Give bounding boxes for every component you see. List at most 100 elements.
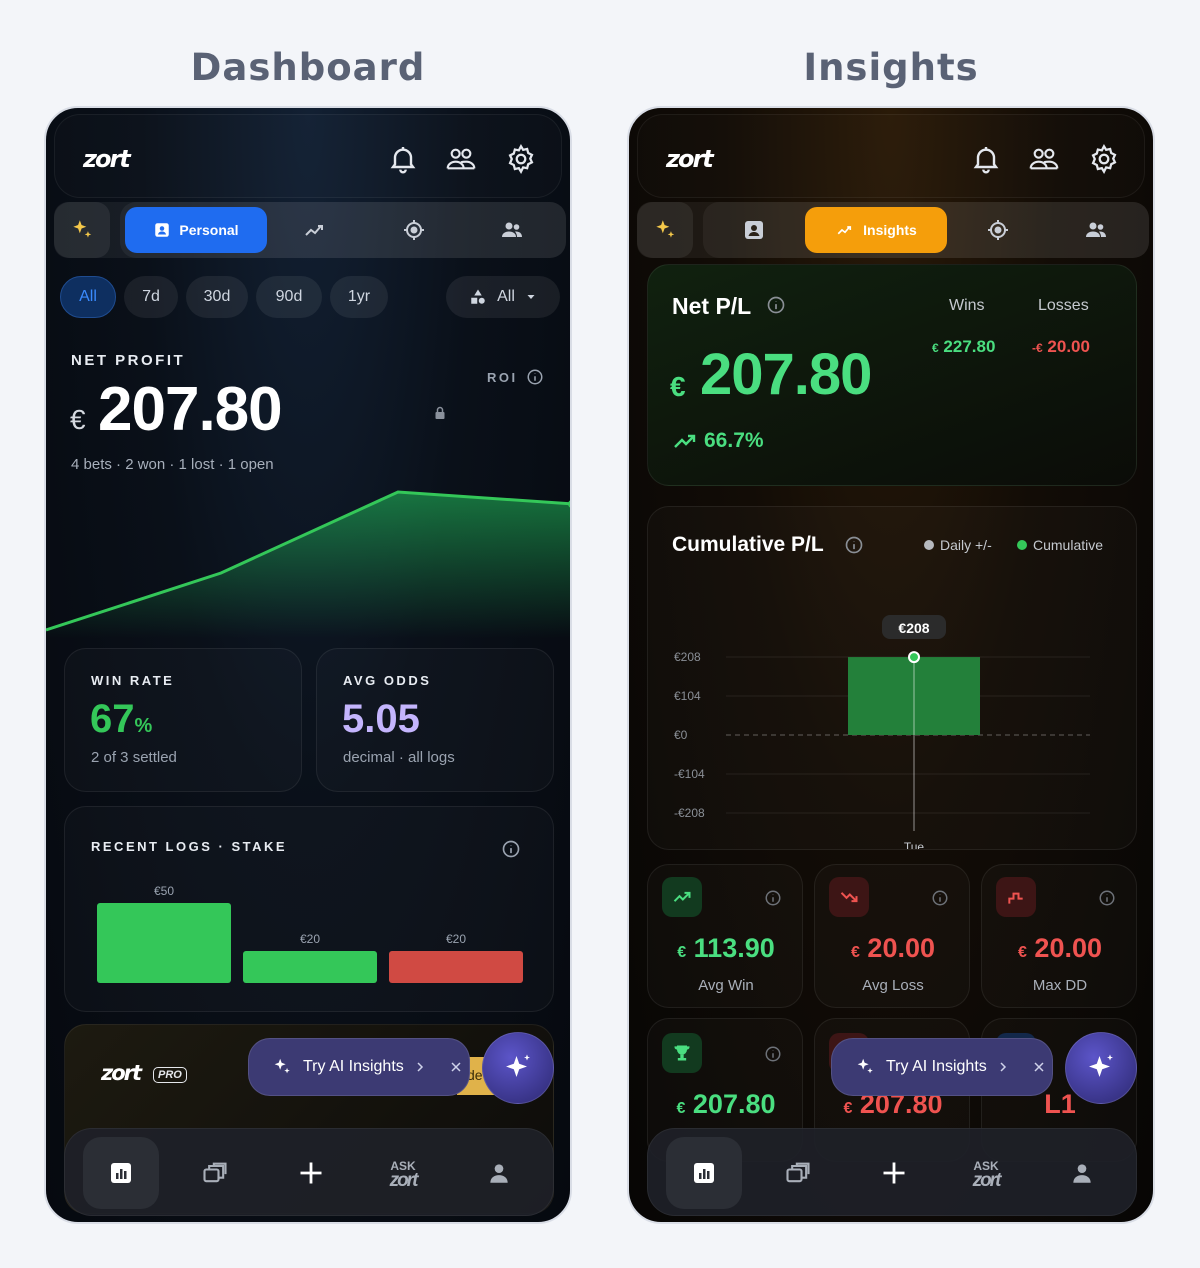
legend-cumulative-label: Cumulative	[1033, 537, 1104, 553]
info-icon[interactable]	[931, 889, 949, 907]
user-icon	[1073, 1164, 1091, 1183]
stake-bar-label: €50	[154, 884, 174, 898]
nav-dashboard[interactable]	[83, 1137, 159, 1209]
gear-icon[interactable]	[505, 143, 537, 175]
tab-insights[interactable]: Insights	[805, 207, 947, 253]
cumulative-chart: €208 €104 €0 -€104 -€208 €208 Tue	[674, 615, 1090, 849]
try-ai-insights-label: Try AI Insights	[886, 1058, 987, 1075]
tab-ai[interactable]	[54, 202, 110, 258]
wins-amount: 227.80	[943, 337, 996, 356]
filter-label: All	[497, 288, 515, 305]
trend-up-icon	[662, 877, 702, 917]
friends-icon[interactable]	[1028, 143, 1060, 175]
app-logo[interactable]: zort	[666, 145, 714, 173]
stat-card[interactable]: € 113.90 Avg Win	[647, 864, 803, 1008]
chart-icon	[694, 1163, 714, 1183]
stat-card[interactable]: € 20.00 Max DD	[981, 864, 1137, 1008]
stake-bar[interactable]	[243, 951, 377, 983]
info-icon[interactable]	[764, 1045, 782, 1063]
win-rate-card[interactable]: WIN RATE 67% 2 of 3 settled	[64, 648, 302, 792]
range-90d[interactable]: 90d	[256, 276, 322, 318]
chart-icon	[111, 1163, 131, 1183]
losses-currency: -€	[1032, 341, 1043, 355]
y-tick-label: €104	[674, 689, 701, 703]
net-profit-label: NET PROFIT	[71, 352, 186, 369]
avg-odds-label: AVG ODDS	[343, 673, 432, 688]
tab-personal[interactable]: Personal	[125, 207, 267, 253]
try-ai-insights-label: Try AI Insights	[303, 1058, 404, 1075]
info-icon[interactable]	[526, 368, 544, 386]
trend-down-icon	[829, 877, 869, 917]
close-icon[interactable]	[450, 1061, 462, 1073]
bell-icon[interactable]	[970, 143, 1002, 175]
ai-assistant-button[interactable]	[1065, 1032, 1137, 1104]
sport-filter-dropdown[interactable]: All	[446, 276, 560, 318]
net-profit-value: 207.80	[98, 375, 283, 444]
stat-amount: 20.00	[1034, 933, 1102, 963]
avg-odds-value: 5.05	[342, 697, 420, 741]
avg-odds-card[interactable]: AVG ODDS 5.05 decimal · all logs	[316, 648, 554, 792]
legend-cumulative-swatch	[1017, 540, 1027, 550]
y-tick-label: €208	[674, 650, 701, 664]
range-all[interactable]: All	[60, 276, 116, 318]
range-7d[interactable]: 7d	[124, 276, 178, 318]
sparkle-icon	[1089, 1054, 1113, 1077]
stat-currency: €	[851, 944, 860, 961]
profit-trend-chart	[46, 490, 570, 638]
net-pl-card: Net P/L Wins Losses € 227.80 -€ 20.00 € …	[647, 264, 1137, 486]
roi-label: ROI	[487, 370, 518, 385]
try-ai-insights-pill[interactable]: Try AI Insights	[831, 1038, 1053, 1096]
trend-icon[interactable]	[303, 218, 327, 242]
stat-amount: L1	[1044, 1089, 1076, 1119]
chevron-right-icon	[417, 1062, 423, 1072]
try-ai-insights-pill[interactable]: Try AI Insights	[248, 1038, 470, 1096]
info-icon[interactable]	[844, 535, 864, 555]
shapes-icon	[471, 289, 485, 304]
nav-ask-zort[interactable]: ASK zort	[383, 1155, 423, 1195]
app-logo[interactable]: zort	[83, 145, 131, 173]
x-tick-label: Tue	[904, 840, 925, 849]
nav-logs[interactable]	[195, 1153, 235, 1193]
legend-daily-label: Daily +/-	[940, 537, 992, 553]
gear-icon[interactable]	[1088, 143, 1120, 175]
ai-assistant-button[interactable]	[482, 1032, 554, 1104]
profile-card-icon[interactable]	[742, 218, 766, 242]
info-icon[interactable]	[766, 295, 786, 315]
top-bar: zort	[54, 114, 562, 198]
tab-ai[interactable]	[637, 202, 693, 258]
nav-logs[interactable]	[778, 1153, 818, 1193]
chevron-right-icon	[1000, 1062, 1006, 1072]
close-icon[interactable]	[1033, 1061, 1045, 1073]
nav-add[interactable]	[874, 1153, 914, 1193]
nav-ask-zort[interactable]: ASK zort	[966, 1155, 1006, 1195]
ask-zort-label: ASK zort	[973, 1160, 1002, 1190]
range-30d[interactable]: 30d	[186, 276, 248, 318]
legend-daily-swatch	[924, 540, 934, 550]
stake-bar[interactable]	[97, 903, 231, 983]
profit-trend-area	[46, 492, 570, 638]
stake-bar[interactable]	[389, 951, 523, 983]
nav-profile[interactable]	[479, 1153, 519, 1193]
user-icon	[490, 1164, 508, 1183]
info-icon[interactable]	[1098, 889, 1116, 907]
nav-profile[interactable]	[1062, 1153, 1102, 1193]
nav-add[interactable]	[291, 1153, 331, 1193]
group-icon[interactable]	[500, 218, 524, 242]
target-icon[interactable]	[986, 218, 1010, 242]
bottom-nav: ASK zort	[64, 1128, 554, 1216]
cumulative-point[interactable]	[908, 651, 920, 664]
bell-icon[interactable]	[387, 143, 419, 175]
group-icon[interactable]	[1084, 218, 1108, 242]
y-tick-label: -€104	[674, 767, 705, 781]
friends-icon[interactable]	[445, 143, 477, 175]
stat-card[interactable]: € 20.00 Avg Loss	[814, 864, 970, 1008]
info-icon[interactable]	[764, 889, 782, 907]
info-icon[interactable]	[501, 839, 521, 859]
stake-bar-label: €20	[300, 932, 320, 946]
range-1yr[interactable]: 1yr	[330, 276, 388, 318]
tab-insights-label: Insights	[863, 222, 917, 238]
stat-currency: €	[677, 944, 687, 961]
target-icon[interactable]	[402, 218, 426, 242]
nav-dashboard[interactable]	[666, 1137, 742, 1209]
sparkle-icon	[656, 220, 675, 238]
